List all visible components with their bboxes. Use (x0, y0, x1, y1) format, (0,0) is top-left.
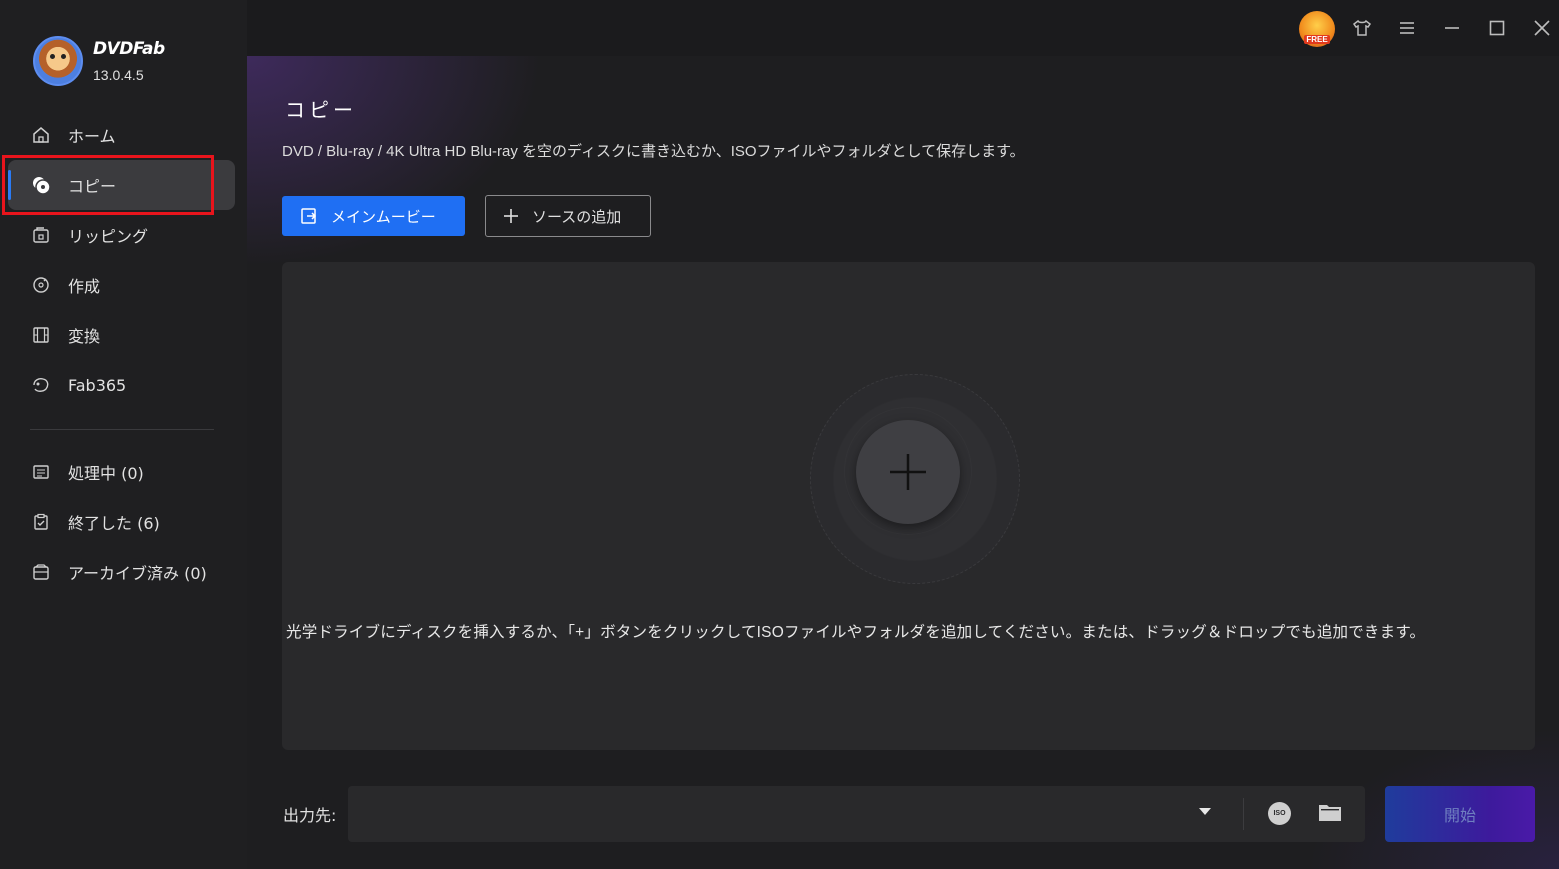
sidebar-item-home[interactable]: ホーム (0, 110, 247, 160)
sidebar-item-label: 処理中 (0) (68, 464, 144, 483)
fab365-icon (31, 375, 51, 395)
home-icon (31, 125, 51, 145)
task-list-icon (31, 462, 51, 482)
sidebar-item-label: 作成 (68, 277, 101, 296)
source-drop-zone[interactable]: 光学ドライブにディスクを挿入するか、「+」ボタンをクリックしてISOファイルやフ… (282, 262, 1535, 750)
add-source-button[interactable]: ソースの追加 (485, 195, 651, 237)
iso-output-button[interactable]: ISO (1268, 802, 1291, 825)
sidebar-item-label: コピー (68, 177, 117, 196)
iso-icon-label: ISO (1273, 810, 1286, 817)
sidebar-item-creator[interactable]: 作成 (0, 260, 247, 310)
add-source-label: ソースの追加 (532, 207, 622, 226)
title-bar: FREE (247, 0, 1559, 56)
start-button[interactable]: 開始 (1385, 786, 1535, 842)
copy-mode-button[interactable]: メインムービー (282, 196, 465, 236)
sidebar-item-label: 終了した (6) (68, 514, 160, 533)
sidebar-item-converter[interactable]: 変換 (0, 310, 247, 360)
queue-nav: 処理中 (0) 終了した (6) アーカイブ済み (0) (0, 447, 247, 597)
sidebar-item-label: Fab365 (68, 375, 127, 395)
add-source-plus-button[interactable] (856, 420, 960, 524)
page-title: コピー (285, 98, 357, 122)
plus-icon (503, 208, 519, 224)
sidebar-item-label: リッピング (68, 227, 149, 246)
app-name: DVDFab (93, 39, 165, 59)
sidebar-item-copy[interactable]: コピー (8, 160, 235, 210)
film-icon (31, 325, 51, 345)
sidebar: DVDFab 13.0.4.5 ホーム コピー リッピング 作成 変換 Fab3… (0, 0, 247, 869)
sidebar-item-label: アーカイブ済み (0) (68, 564, 207, 583)
sidebar-item-fab365[interactable]: Fab365 (0, 360, 247, 410)
maximize-icon[interactable] (1483, 14, 1511, 42)
sidebar-item-ripper[interactable]: リッピング (0, 210, 247, 260)
folder-icon[interactable] (1318, 802, 1342, 822)
sidebar-item-label: 変換 (68, 327, 101, 346)
skin-shirt-icon[interactable] (1348, 14, 1376, 42)
sidebar-divider (30, 429, 214, 430)
free-badge-label: FREE (1304, 35, 1330, 44)
app-version: 13.0.4.5 (93, 67, 144, 83)
mode-switch-icon (300, 207, 318, 225)
sidebar-item-finished[interactable]: 終了した (6) (0, 497, 247, 547)
chevron-down-icon[interactable] (1199, 808, 1211, 815)
sidebar-item-processing[interactable]: 処理中 (0) (0, 447, 247, 497)
output-label: 出力先: (283, 806, 337, 825)
free-promo-icon[interactable]: FREE (1299, 11, 1335, 47)
minimize-icon[interactable] (1438, 14, 1466, 42)
output-separator (1243, 798, 1244, 830)
brand: DVDFab 13.0.4.5 (33, 36, 165, 86)
main-panel: コピー DVD / Blu-ray / 4K Ultra HD Blu-ray … (247, 56, 1559, 869)
disc-copy-icon (31, 175, 51, 195)
creator-icon (31, 275, 51, 295)
copy-mode-label: メインムービー (331, 207, 436, 226)
menu-icon[interactable] (1393, 14, 1421, 42)
page-description: DVD / Blu-ray / 4K Ultra HD Blu-ray を空のデ… (282, 143, 1025, 160)
sidebar-item-label: ホーム (68, 127, 116, 146)
dvdfab-logo (33, 36, 83, 86)
sidebar-item-archived[interactable]: アーカイブ済み (0) (0, 547, 247, 597)
close-icon[interactable] (1528, 14, 1556, 42)
ripper-icon (31, 225, 51, 245)
clipboard-check-icon (31, 512, 51, 532)
main-nav: ホーム コピー リッピング 作成 変換 Fab365 (0, 110, 247, 410)
big-plus-icon (890, 454, 926, 490)
drop-hint-text: 光学ドライブにディスクを挿入するか、「+」ボタンをクリックしてISOファイルやフ… (286, 624, 1426, 641)
output-path-field[interactable]: ISO (348, 786, 1365, 842)
archive-icon (31, 562, 51, 582)
